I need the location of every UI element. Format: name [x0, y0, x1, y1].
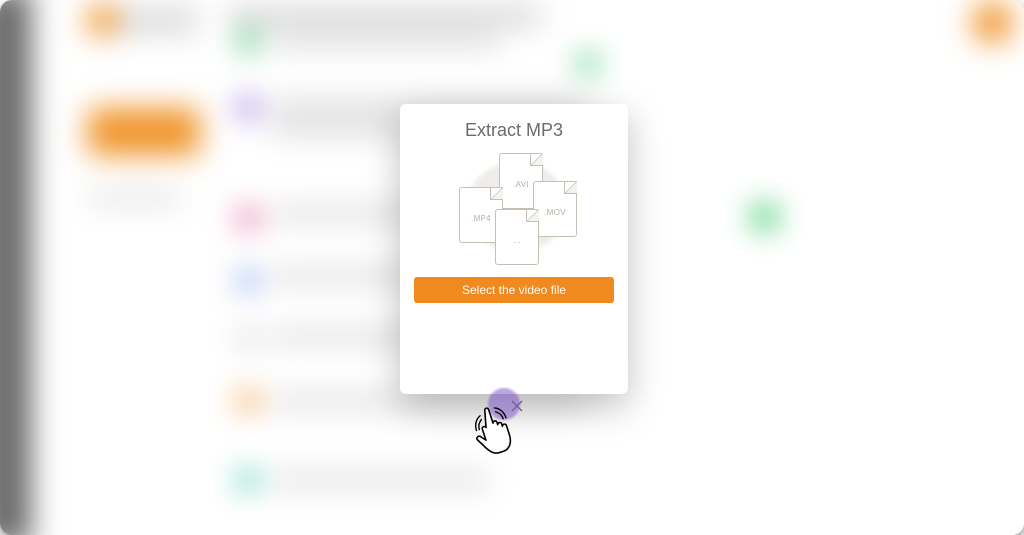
app-window: Extract MP3 .AVI .MOV .MP4 ... Select th…: [0, 0, 1024, 535]
extract-mp3-dialog: Extract MP3 .AVI .MOV .MP4 ... Select th…: [400, 104, 628, 394]
close-button[interactable]: [506, 396, 528, 418]
close-icon: [511, 399, 523, 416]
select-video-file-button[interactable]: Select the video file: [414, 277, 614, 303]
video-files-illustration: .AVI .MOV .MP4 ...: [439, 151, 589, 271]
dialog-title: Extract MP3: [465, 120, 563, 141]
file-icon: .MOV: [533, 181, 577, 237]
file-icon: ...: [495, 209, 539, 265]
